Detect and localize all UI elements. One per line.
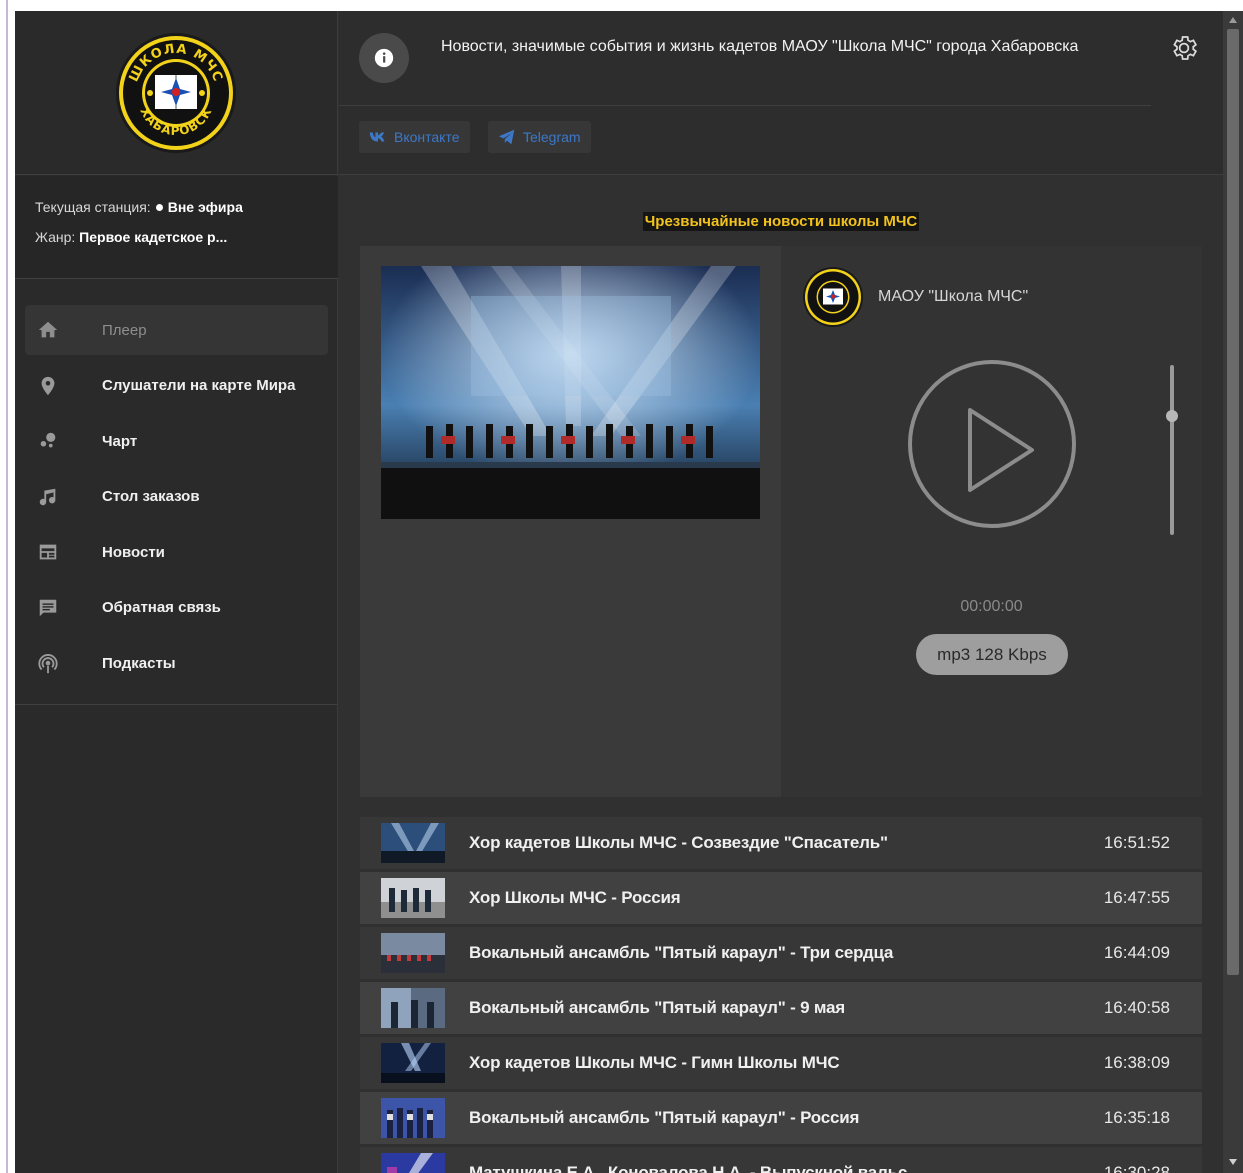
telegram-link-label: Telegram: [523, 129, 581, 145]
page-scrollbar[interactable]: [1223, 11, 1243, 1173]
track-title: Хор кадетов Школы МЧС - Гимн Школы МЧС: [469, 1053, 840, 1072]
sidebar-item-label: Подкасты: [102, 655, 176, 673]
current-station-row: Текущая станция: Вне эфира: [35, 199, 318, 215]
podcast-icon: [25, 653, 71, 675]
info-button[interactable]: [359, 33, 409, 83]
sidebar-item-chart[interactable]: Чарт: [25, 416, 328, 466]
main-content: Чрезвычайные новости школы МЧС МАОУ "Шко…: [339, 176, 1223, 1173]
sidebar-item-label: Плеер: [102, 321, 147, 339]
album-cover-image: [381, 266, 760, 519]
track-time: 16:47:55: [1103, 888, 1170, 907]
track-title: Вокальный ансамбль "Пятый караул" - 9 ма…: [469, 998, 845, 1017]
track-time: 16:38:09: [1103, 1053, 1170, 1072]
newspaper-icon: [25, 541, 71, 563]
track-row[interactable]: Матушкина Е.А., Коновалова Н.А. - Выпуск…: [360, 1147, 1202, 1173]
sidebar-nav: Плеер Слушатели на карте Мира Чарт Стол …: [25, 305, 328, 694]
track-title: Матушкина Е.А., Коновалова Н.А. - Выпуск…: [469, 1163, 908, 1173]
nav-divider: [15, 704, 338, 705]
page-title: Новости, значимые события и жизнь кадето…: [441, 38, 1079, 55]
volume-slider-handle[interactable]: [1166, 410, 1178, 422]
current-station-label: Текущая станция:: [35, 199, 151, 215]
track-time: 16:30:28: [1103, 1163, 1170, 1173]
sidebar-item-label: Чарт: [102, 432, 138, 450]
current-station-panel: Текущая станция: Вне эфира Жанр: Первое к…: [15, 176, 338, 279]
sidebar-item-label: Стол заказов: [102, 488, 200, 506]
telegram-icon: [499, 129, 515, 145]
track-title: Хор Школы МЧС - Россия: [469, 888, 681, 907]
genre-row: Жанр: Первое кадетское р...: [35, 229, 318, 245]
sidebar-item-news[interactable]: Новости: [25, 527, 328, 577]
genre-label: Жанр:: [35, 229, 76, 245]
scrollbar-thumb[interactable]: [1227, 29, 1239, 975]
track-row[interactable]: Хор кадетов Школы МЧС - Созвездие "Спаса…: [360, 817, 1202, 869]
sidebar-item-player[interactable]: Плеер: [25, 305, 328, 355]
home-icon: [25, 319, 71, 341]
track-thumbnail: [381, 878, 445, 918]
cover-column: [360, 246, 781, 797]
track-thumbnail: [381, 933, 445, 973]
station-name: МАОУ "Школа МЧС": [878, 288, 1029, 305]
genre-value: Первое кадетское р...: [79, 229, 228, 245]
track-thumbnail: [381, 823, 445, 863]
play-button[interactable]: [906, 358, 1078, 530]
sidebar-item-feedback[interactable]: Обратная связь: [25, 583, 328, 633]
track-thumbnail: [381, 1153, 445, 1173]
sidebar: ШКОЛА МЧС ХАБАРОВСК Текущая станция: Вне …: [15, 11, 338, 1173]
section-title-text: Чрезвычайные новости школы МЧС: [642, 212, 920, 231]
track-row[interactable]: Вокальный ансамбль "Пятый караул" - Росс…: [360, 1092, 1202, 1144]
player-controls: МАОУ "Школа МЧС" 00:00:00 mp3 128 Kbps: [781, 246, 1202, 797]
settings-button[interactable]: [1169, 33, 1199, 68]
header-divider: [339, 105, 1151, 106]
sidebar-item-listeners-map[interactable]: Слушатели на карте Мира: [25, 361, 328, 411]
playback-time: 00:00:00: [960, 598, 1023, 615]
window-edge: [6, 0, 8, 1173]
track-history-list: Хор кадетов Школы МЧС - Созвездие "Спаса…: [360, 817, 1202, 1173]
station-logo-small: [803, 267, 863, 327]
track-row[interactable]: Хор Школы МЧС - Россия 16:47:55: [360, 872, 1202, 924]
vk-link-label: Вконтакте: [394, 129, 460, 145]
track-thumbnail: [381, 1043, 445, 1083]
header: Новости, значимые события и жизнь кадето…: [339, 11, 1223, 175]
scroll-down-icon[interactable]: [1223, 1155, 1243, 1169]
track-row[interactable]: Хор кадетов Школы МЧС - Гимн Школы МЧС 1…: [360, 1037, 1202, 1089]
app-frame: ШКОЛА МЧС ХАБАРОВСК Текущая станция: Вне …: [15, 11, 1223, 1173]
telegram-link[interactable]: Telegram: [488, 121, 591, 153]
music-note-icon: [25, 486, 71, 508]
vk-link[interactable]: Вконтакте: [359, 121, 470, 153]
track-row[interactable]: Вокальный ансамбль "Пятый караул" - Три …: [360, 927, 1202, 979]
map-pin-icon: [25, 375, 71, 397]
track-time: 16:40:58: [1103, 998, 1170, 1017]
section-title: Чрезвычайные новости школы МЧС: [339, 212, 1223, 231]
feedback-icon: [25, 597, 71, 619]
track-title: Вокальный ансамбль "Пятый караул" - Три …: [469, 943, 894, 962]
status-dot-icon: [155, 204, 163, 212]
sidebar-item-label: Новости: [102, 543, 165, 561]
gear-icon: [1173, 36, 1198, 60]
track-thumbnail: [381, 1098, 445, 1138]
player-card: МАОУ "Школа МЧС" 00:00:00 mp3 128 Kbps: [360, 246, 1202, 797]
logo-area: ШКОЛА МЧС ХАБАРОВСК: [15, 11, 337, 175]
track-title: Хор кадетов Школы МЧС - Созвездие "Спаса…: [469, 833, 888, 852]
vk-icon: [369, 132, 385, 142]
track-thumbnail: [381, 988, 445, 1028]
sidebar-item-orders[interactable]: Стол заказов: [25, 472, 328, 522]
info-icon: [374, 48, 394, 68]
current-station-value: Вне эфира: [167, 199, 243, 215]
play-icon: [968, 408, 1034, 492]
sidebar-item-podcasts[interactable]: Подкасты: [25, 639, 328, 689]
track-row[interactable]: Вокальный ансамбль "Пятый караул" - 9 ма…: [360, 982, 1202, 1034]
chart-bubbles-icon: [25, 430, 71, 452]
bitrate-button[interactable]: mp3 128 Kbps: [916, 634, 1068, 675]
track-time: 16:35:18: [1103, 1108, 1170, 1127]
track-title: Вокальный ансамбль "Пятый караул" - Росс…: [469, 1108, 860, 1127]
track-time: 16:44:09: [1103, 943, 1170, 962]
volume-slider[interactable]: [1170, 365, 1174, 535]
sidebar-item-label: Слушатели на карте Мира: [102, 377, 296, 395]
sidebar-item-label: Обратная связь: [102, 599, 221, 617]
scroll-up-icon[interactable]: [1223, 13, 1243, 27]
school-logo[interactable]: ШКОЛА МЧС ХАБАРОВСК: [114, 31, 238, 155]
track-time: 16:51:52: [1103, 833, 1170, 852]
